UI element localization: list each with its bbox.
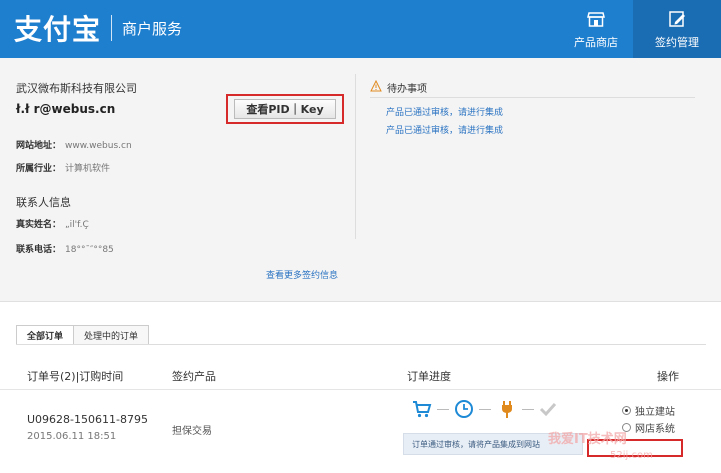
todo-header: 待办事项 (370, 80, 695, 98)
website-value: www.webus.cn (65, 141, 132, 151)
phone-label: 联系电话： (16, 245, 62, 255)
pid-button-highlight: 查看PID｜Key (226, 94, 344, 124)
account-panel: 武汉微布斯科技有限公司 ł.ł r@webus.cn 查看PID｜Key 网站地… (0, 58, 721, 302)
tab-processing-orders[interactable]: 处理中的订单 (74, 325, 150, 345)
radio-label: 独立建站 (635, 407, 675, 418)
account-email: ł.ł r@webus.cn (16, 102, 116, 116)
nav-contract-management-label: 签约管理 (655, 35, 699, 49)
view-pid-key-button[interactable]: 查看PID｜Key (234, 99, 336, 119)
col-progress-header: 订单进度 (407, 370, 451, 383)
contact-section-title: 联系人信息 (16, 196, 71, 209)
order-progress-steps (412, 397, 562, 421)
logo-divider (111, 15, 113, 41)
account-info: 武汉微布斯科技有限公司 ł.ł r@webus.cn 查看PID｜Key 网站地… (16, 58, 356, 302)
nav-product-store[interactable]: 产品商店 (560, 0, 632, 58)
cart-icon (413, 401, 432, 418)
contract-product: 担保交易 (172, 426, 212, 437)
check-icon (539, 402, 557, 417)
todo-section: 待办事项 产品已通过审核，请进行集成 产品已通过审核，请进行集成 (370, 58, 710, 302)
logo-subtitle: 商户服务 (122, 19, 183, 38)
order-table-header: 订单号(2)|订购时间 签约产品 订单进度 操作 (0, 360, 721, 390)
todo-title: 待办事项 (387, 84, 427, 95)
company-name: 武汉微布斯科技有限公司 (16, 82, 137, 95)
col-order-header: 订单号(2)|订购时间 (27, 370, 124, 383)
industry-value: 计算机软件 (65, 164, 111, 174)
plug-icon (502, 401, 512, 418)
edit-icon (669, 10, 685, 27)
step-connector (479, 409, 491, 410)
step-connector (522, 409, 534, 410)
col-action-header: 操作 (657, 370, 679, 383)
panel-divider (355, 74, 356, 239)
logo-text: 支付宝 (14, 13, 102, 46)
watermark-text: 我爱IT技术网 (548, 432, 627, 447)
phone-value: 18°°ˉ″°°85 (65, 245, 114, 255)
warning-icon (370, 80, 382, 92)
realname-row: 真实姓名： „il'f.Ç (16, 217, 89, 230)
tabs-underline (16, 344, 706, 345)
industry-label: 所属行业： (16, 164, 62, 174)
alipay-logo[interactable]: 支付宝 商户服务 (14, 10, 182, 46)
nav-product-store-label: 产品商店 (574, 35, 618, 49)
col-product-header: 签约产品 (172, 370, 216, 383)
view-more-contract-info-link[interactable]: 查看更多签约信息 (266, 268, 338, 281)
industry-row: 所属行业： 计算机软件 (16, 161, 110, 174)
phone-row: 联系电话： 18°°ˉ″°°85 (16, 242, 114, 255)
website-row: 网站地址： www.webus.cn (16, 138, 132, 151)
radio-option-standalone[interactable]: 独立建站 (622, 403, 675, 418)
order-time: 2015.06.11 18:51 (27, 431, 117, 442)
order-number: U09628-150611-8795 (27, 413, 148, 426)
tab-all-orders[interactable]: 全部订单 (16, 325, 75, 345)
website-label: 网站地址： (16, 141, 62, 151)
step-connector (437, 409, 449, 410)
watermark-url: 52ij.com (610, 450, 653, 461)
radio-button-checked[interactable] (622, 406, 631, 415)
realname-label: 真实姓名： (16, 220, 62, 230)
todo-item[interactable]: 产品已通过审核，请进行集成 (386, 123, 503, 136)
realname-value: „il'f.Ç (65, 220, 89, 230)
radio-label: 网店系统 (635, 424, 675, 435)
radio-option-shop-system[interactable]: 网店系统 (622, 420, 675, 435)
top-header: 支付宝 商户服务 产品商店 签约管理 (0, 0, 721, 58)
todo-item[interactable]: 产品已通过审核，请进行集成 (386, 105, 503, 118)
store-icon (587, 11, 605, 27)
clock-icon (455, 400, 473, 418)
nav-contract-management[interactable]: 签约管理 (633, 0, 721, 58)
order-tabs: 全部订单 处理中的订单 (16, 325, 150, 345)
